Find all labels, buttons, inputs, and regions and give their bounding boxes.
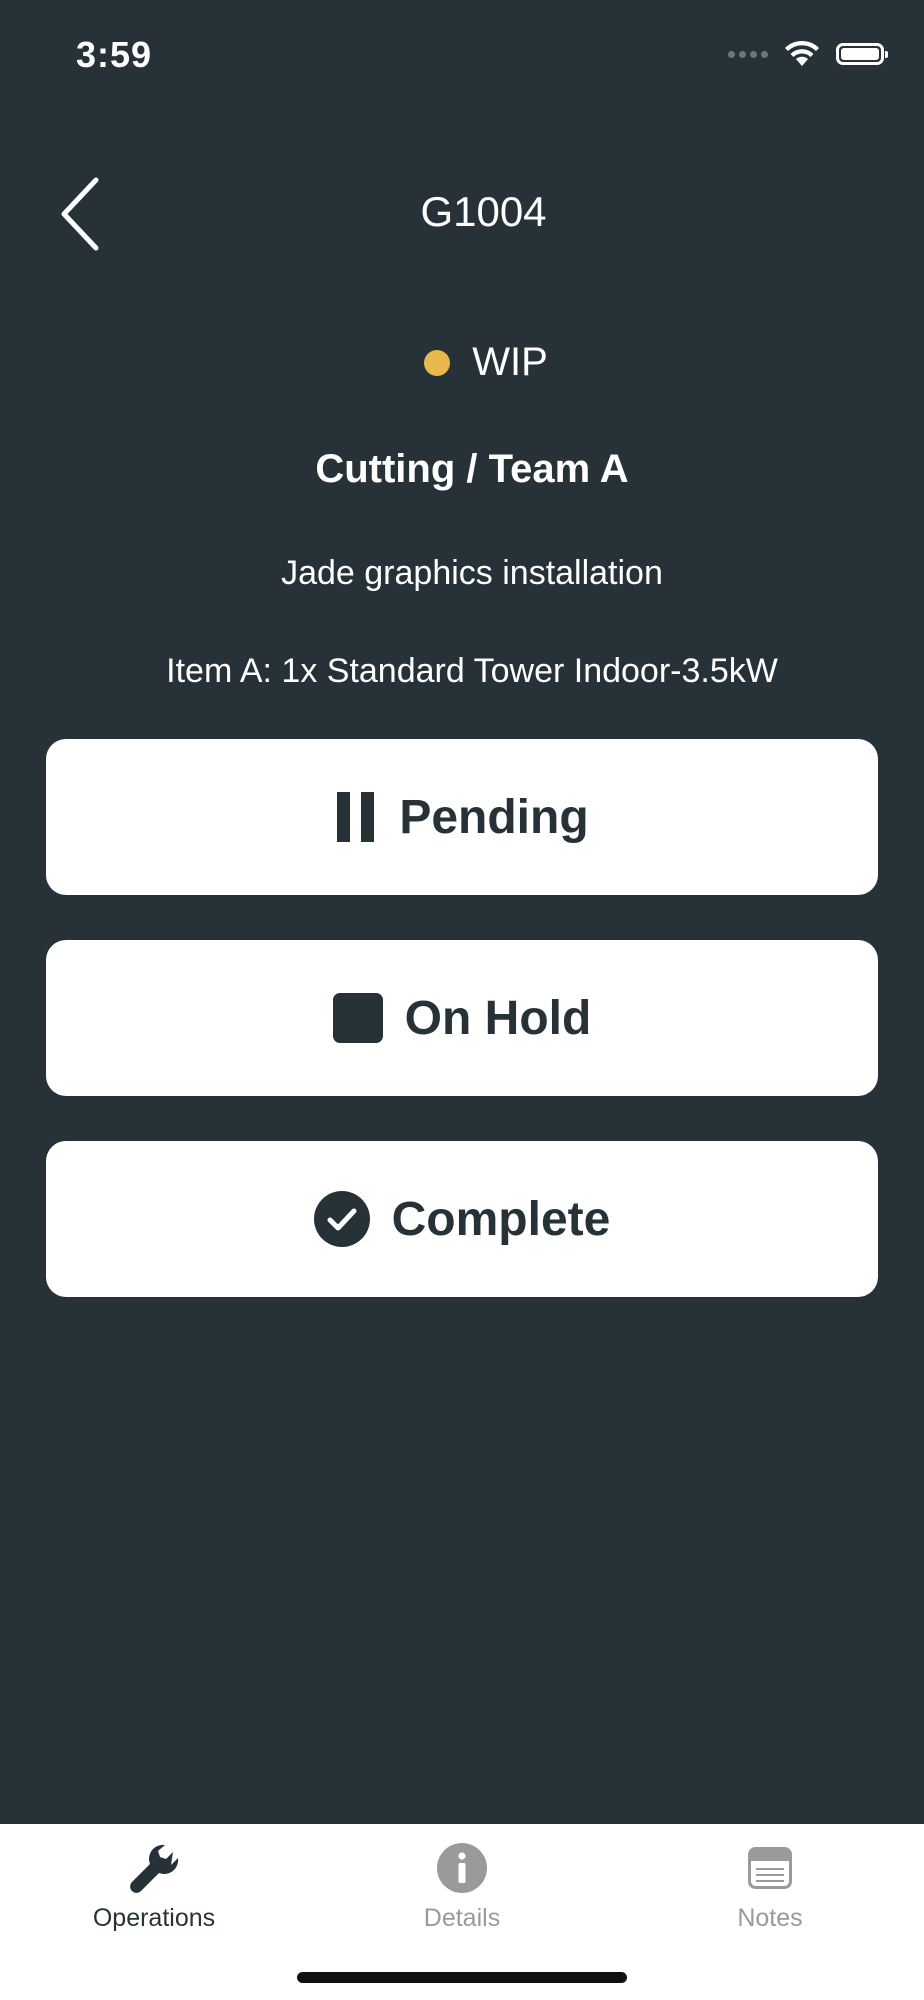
tab-operations[interactable]: Operations xyxy=(0,1824,308,1954)
status-dot-icon xyxy=(424,349,451,376)
job-description: Jade graphics installation xyxy=(281,554,663,592)
tab-details-label: Details xyxy=(423,1904,501,1932)
status-bar: 3:59 xyxy=(0,0,924,110)
check-circle-icon xyxy=(313,1191,370,1247)
pending-label: Pending xyxy=(399,790,589,844)
status-icons xyxy=(728,40,888,68)
page-title: G1004 xyxy=(420,188,547,235)
pause-icon xyxy=(337,792,375,842)
tab-notes[interactable]: Notes xyxy=(616,1824,924,1954)
status-time: 3:59 xyxy=(76,34,153,75)
item-description: Item A: 1x Standard Tower Indoor-3.5kW xyxy=(166,652,778,690)
on-hold-button[interactable]: On Hold xyxy=(46,940,878,1096)
stop-icon xyxy=(332,993,383,1043)
job-status: WIP xyxy=(24,340,924,385)
on-hold-label: On Hold xyxy=(404,991,592,1045)
home-indicator[interactable] xyxy=(297,1972,627,1983)
complete-label: Complete xyxy=(391,1192,611,1246)
tab-details[interactable]: Details xyxy=(308,1824,616,1954)
complete-button[interactable]: Complete xyxy=(46,1141,878,1297)
info-icon xyxy=(437,1843,487,1893)
wrench-icon xyxy=(130,1844,179,1893)
battery-icon xyxy=(836,43,888,65)
status-label: WIP xyxy=(472,340,548,384)
tab-notes-label: Notes xyxy=(737,1904,803,1932)
wifi-icon xyxy=(785,40,819,66)
tab-operations-label: Operations xyxy=(92,1904,216,1932)
team-title: Cutting / Team A xyxy=(315,447,629,491)
notes-icon xyxy=(748,1847,792,1889)
cellular-signal-icon xyxy=(728,50,768,58)
pending-button[interactable]: Pending xyxy=(46,739,878,895)
